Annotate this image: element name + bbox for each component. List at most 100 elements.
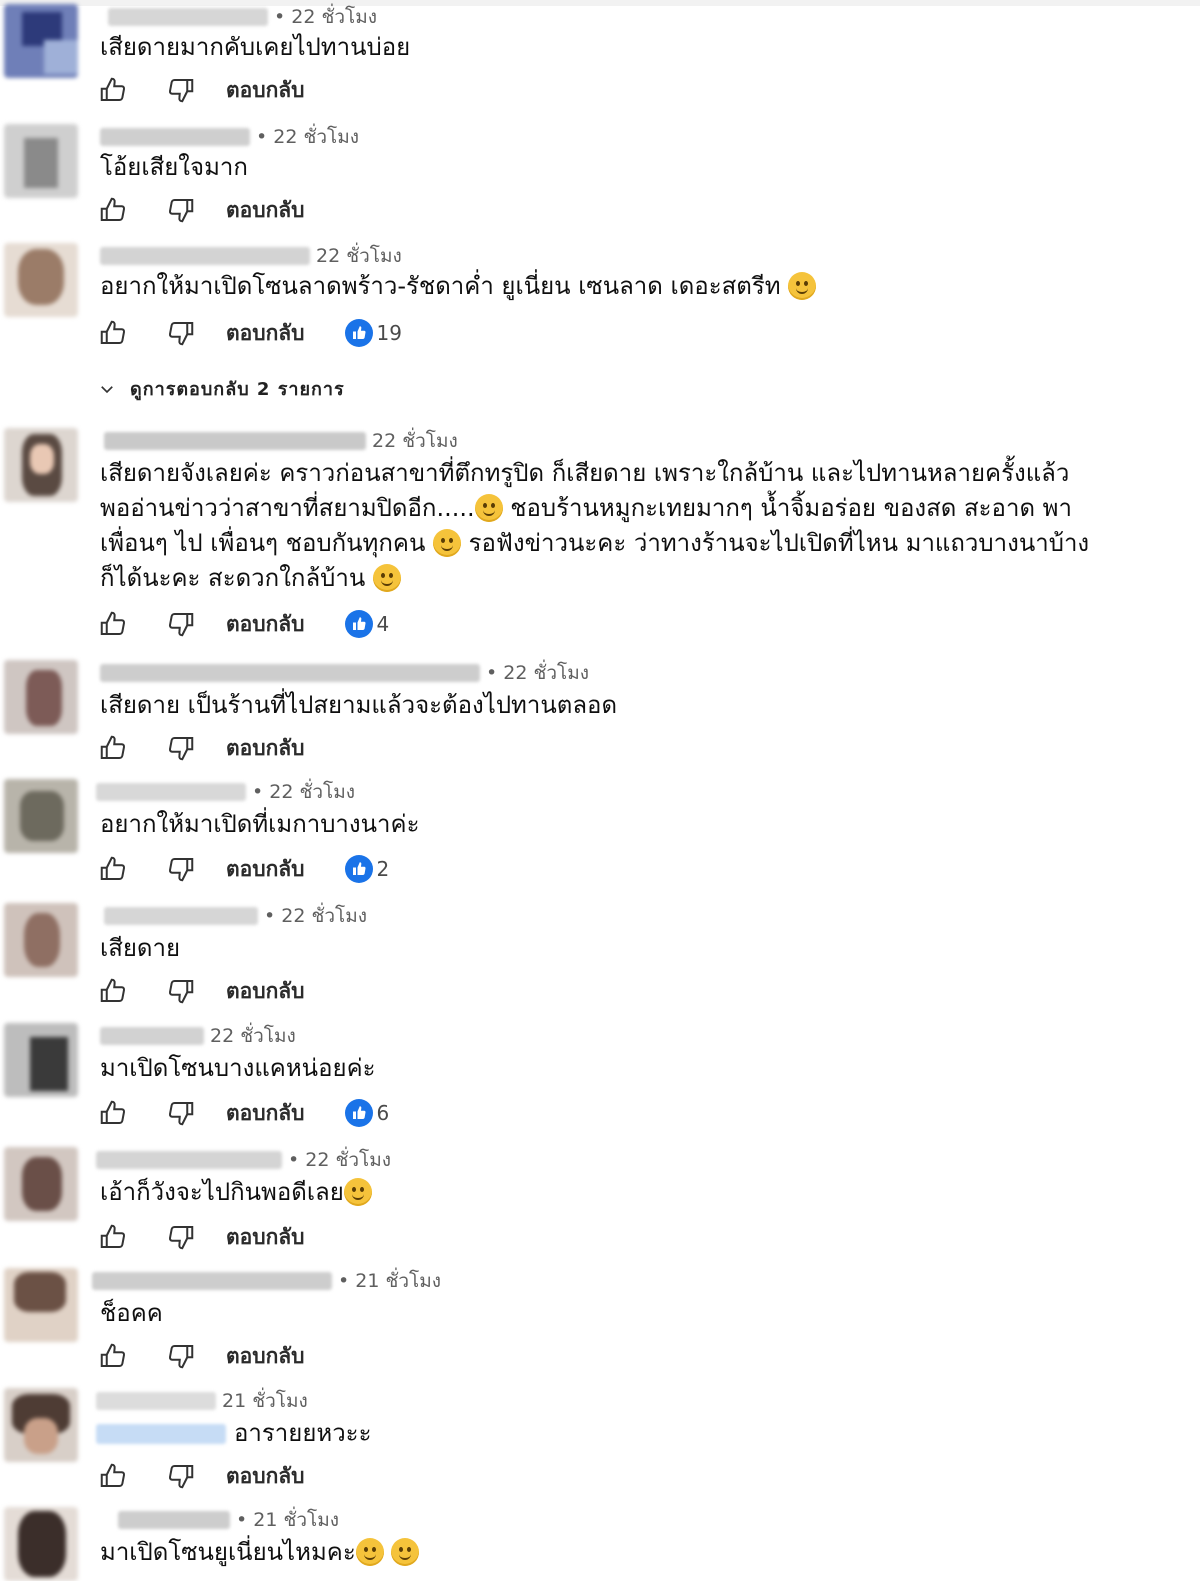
- dislike-button[interactable]: [164, 1459, 198, 1493]
- thumbs-up-icon: [100, 735, 126, 759]
- dislike-button[interactable]: [164, 1096, 198, 1130]
- comment-time: 22 ชั่วโมง: [316, 245, 402, 267]
- avatar[interactable]: [4, 124, 78, 198]
- comment-text: มาเปิดโซนบางแคหน่อยค่ะ: [100, 1054, 376, 1082]
- heart-icon: [344, 1099, 373, 1127]
- like-button[interactable]: [96, 73, 130, 107]
- emoji-sad-face: [788, 272, 817, 300]
- username-blurred[interactable]: [100, 128, 250, 146]
- like-button[interactable]: [96, 852, 130, 886]
- comment-time: 21 ชั่วโมง: [222, 1390, 308, 1412]
- emoji-smile-face: [372, 564, 401, 592]
- avatar[interactable]: [4, 243, 78, 317]
- dislike-button[interactable]: [164, 1220, 198, 1254]
- avatar[interactable]: [4, 1268, 78, 1342]
- like-button[interactable]: [96, 1339, 130, 1373]
- username-blurred[interactable]: [96, 1392, 216, 1410]
- comment-actions: ตอบกลับ 4: [96, 604, 389, 644]
- avatar[interactable]: [4, 1023, 78, 1097]
- reply-button[interactable]: ตอบกลับ: [226, 74, 305, 107]
- view-replies-toggle[interactable]: ดูการตอบกลับ 2 รายการ: [98, 374, 345, 403]
- like-button[interactable]: [96, 974, 130, 1008]
- thumbs-down-icon: [168, 613, 194, 637]
- reply-button[interactable]: ตอบกลับ: [226, 732, 305, 765]
- dislike-button[interactable]: [164, 316, 198, 350]
- thumbs-down-icon: [168, 1345, 194, 1369]
- username-blurred[interactable]: [96, 783, 246, 801]
- view-replies-label: ดูการตอบกลับ 2 รายการ: [130, 379, 345, 400]
- reply-button[interactable]: ตอบกลับ: [226, 1340, 305, 1373]
- username-blurred[interactable]: [100, 664, 480, 682]
- creator-heart-badge: 4: [344, 610, 389, 638]
- comment-actions: ตอบกลับ 19: [96, 313, 402, 353]
- comment-text: เอ้าก็วังจะไปกินพอดีเลย: [100, 1175, 1120, 1210]
- comment-time: • 22 ชั่วโมง: [288, 1149, 392, 1171]
- like-button[interactable]: [96, 193, 130, 227]
- dislike-button[interactable]: [164, 73, 198, 107]
- thumbs-down-icon: [168, 79, 194, 103]
- username-blurred[interactable]: [108, 8, 268, 26]
- reply-button[interactable]: ตอบกลับ: [226, 1097, 305, 1130]
- thumbs-up-icon: [100, 611, 126, 635]
- username-blurred[interactable]: [92, 1272, 332, 1290]
- mention-blurred[interactable]: [96, 1424, 226, 1444]
- comment-time: • 22 ชั่วโมง: [252, 781, 356, 803]
- like-button[interactable]: [96, 731, 130, 765]
- like-button[interactable]: [96, 607, 130, 641]
- comment-actions: ตอบกลับ: [96, 1456, 345, 1496]
- comment-time: • 22 ชั่วโมง: [274, 6, 378, 28]
- chevron-down-icon: [101, 385, 113, 393]
- comment-text: ช็อคค: [100, 1299, 163, 1327]
- dislike-button[interactable]: [164, 193, 198, 227]
- comment-time: 22 ชั่วโมง: [372, 430, 458, 452]
- comment-actions: ตอบกลับ: [96, 190, 345, 230]
- comment-text: มาเปิดโซนยูเนี่ยนไหมคะ: [100, 1535, 1120, 1570]
- username-blurred[interactable]: [104, 432, 366, 450]
- thumbs-up-icon: [100, 1100, 126, 1124]
- thumbs-down-icon: [168, 858, 194, 882]
- reply-button[interactable]: ตอบกลับ: [226, 975, 305, 1008]
- avatar[interactable]: [4, 428, 78, 502]
- avatar[interactable]: [4, 1507, 78, 1581]
- avatar[interactable]: [4, 779, 78, 853]
- thumbs-down-icon: [168, 980, 194, 1004]
- username-blurred[interactable]: [100, 247, 310, 265]
- creator-heart-badge: 2: [344, 855, 389, 883]
- comment-actions: ตอบกลับ: [96, 728, 345, 768]
- like-button[interactable]: [96, 316, 130, 350]
- reply-button[interactable]: ตอบกลับ: [226, 1460, 305, 1493]
- dislike-button[interactable]: [164, 731, 198, 765]
- reply-button[interactable]: ตอบกลับ: [226, 853, 305, 886]
- username-blurred[interactable]: [100, 1027, 204, 1045]
- dislike-button[interactable]: [164, 974, 198, 1008]
- reply-button[interactable]: ตอบกลับ: [226, 317, 305, 350]
- dislike-button[interactable]: [164, 852, 198, 886]
- avatar[interactable]: [4, 1147, 78, 1221]
- comment-time: • 22 ชั่วโมง: [264, 905, 368, 927]
- like-button[interactable]: [96, 1096, 130, 1130]
- avatar[interactable]: [4, 4, 78, 78]
- thumbs-down-icon: [168, 1465, 194, 1489]
- comment-text: เสียดายมากคับเคยไปทานบ่อย: [100, 33, 411, 61]
- avatar[interactable]: [4, 903, 78, 977]
- dislike-button[interactable]: [164, 607, 198, 641]
- heart-icon: [344, 855, 373, 883]
- reply-button[interactable]: ตอบกลับ: [226, 1221, 305, 1254]
- thumbs-down-icon: [168, 1226, 194, 1250]
- username-blurred[interactable]: [118, 1511, 230, 1529]
- username-blurred[interactable]: [104, 907, 258, 925]
- username-blurred[interactable]: [96, 1151, 282, 1169]
- like-button[interactable]: [96, 1220, 130, 1254]
- comment-actions: ตอบกลับ: [96, 971, 345, 1011]
- thumbs-up-icon: [100, 320, 126, 344]
- creator-heart-badge: 19: [344, 319, 402, 347]
- reply-button[interactable]: ตอบกลับ: [226, 608, 305, 641]
- dislike-button[interactable]: [164, 1339, 198, 1373]
- avatar[interactable]: [4, 1388, 78, 1462]
- comment-time: • 22 ชั่วโมง: [256, 126, 360, 148]
- thumbs-up-icon: [100, 77, 126, 101]
- avatar[interactable]: [4, 660, 78, 734]
- emoji-smile-face: [474, 494, 503, 522]
- like-button[interactable]: [96, 1459, 130, 1493]
- reply-button[interactable]: ตอบกลับ: [226, 194, 305, 227]
